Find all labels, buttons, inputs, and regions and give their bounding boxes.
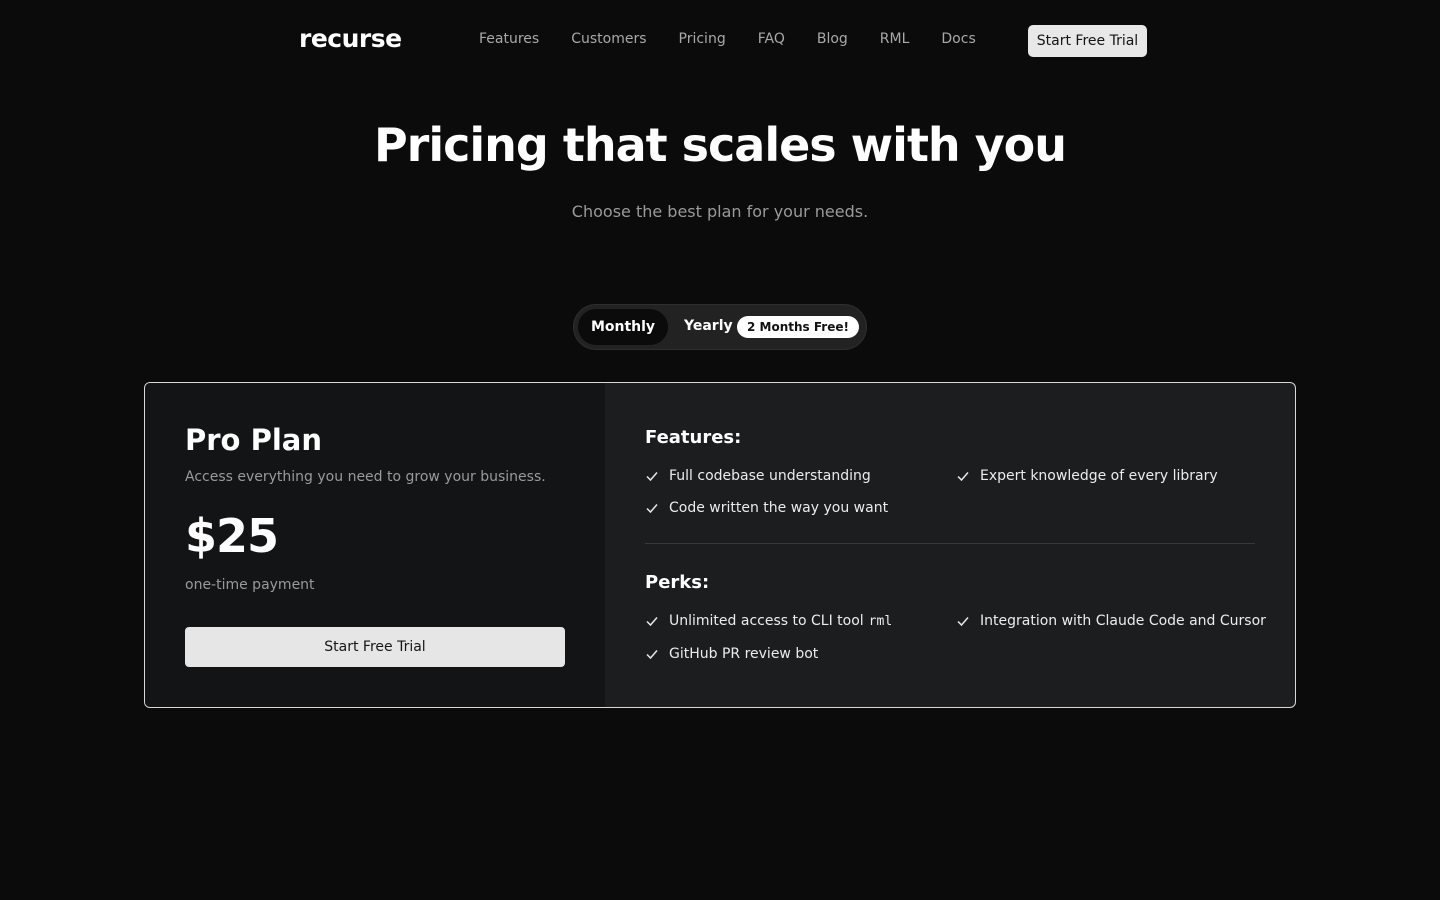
perk-item: GitHub PR review bot xyxy=(645,646,818,662)
check-icon xyxy=(957,472,969,482)
nav-link-customers[interactable]: Customers xyxy=(571,31,646,47)
logo[interactable]: recurse xyxy=(299,24,402,53)
perk-label: Unlimited access to CLI tool xyxy=(669,613,864,629)
plan-start-trial-button[interactable]: Start Free Trial xyxy=(185,627,565,667)
perk-item: Unlimited access to CLI tool rml xyxy=(645,613,892,629)
check-icon xyxy=(957,617,969,627)
nav-link-docs[interactable]: Docs xyxy=(941,31,975,47)
nav-link-pricing[interactable]: Pricing xyxy=(679,31,726,47)
pricing-card: Pro Plan Access everything you need to g… xyxy=(144,382,1296,708)
check-icon xyxy=(646,472,658,482)
plan-description: Access everything you need to grow your … xyxy=(185,469,546,485)
perks-heading: Perks: xyxy=(645,572,710,593)
feature-label: Full codebase understanding xyxy=(669,468,871,484)
page-title: Pricing that scales with you xyxy=(373,118,1067,172)
page-subtitle: Choose the best plan for your needs. xyxy=(571,202,869,221)
plan-summary: Pro Plan Access everything you need to g… xyxy=(145,383,605,707)
cli-tool-name: rml xyxy=(868,613,893,629)
check-icon xyxy=(646,617,658,627)
site-header: recurse Features Customers Pricing FAQ B… xyxy=(0,0,1440,82)
perk-label: GitHub PR review bot xyxy=(669,646,819,662)
nav-link-faq[interactable]: FAQ xyxy=(758,31,785,47)
toggle-monthly[interactable]: Monthly xyxy=(578,309,668,345)
toggle-yearly[interactable]: Yearly xyxy=(684,318,733,334)
plan-price: $25 xyxy=(185,509,279,563)
plan-name: Pro Plan xyxy=(185,423,322,457)
feature-item: Code written the way you want xyxy=(645,500,888,516)
feature-item: Full codebase understanding xyxy=(645,468,871,484)
check-icon xyxy=(646,650,658,660)
header-start-trial-button[interactable]: Start Free Trial xyxy=(1028,25,1147,57)
main-nav: Features Customers Pricing FAQ Blog RML … xyxy=(479,31,1008,47)
section-divider xyxy=(645,543,1255,544)
nav-link-blog[interactable]: Blog xyxy=(817,31,848,47)
price-note: one-time payment xyxy=(185,577,315,593)
plan-details: Features: Full codebase understanding Ex… xyxy=(605,383,1295,707)
feature-label: Expert knowledge of every library xyxy=(980,468,1218,484)
check-icon xyxy=(646,504,658,514)
perk-item: Integration with Claude Code and Cursor xyxy=(956,613,1266,629)
yearly-discount-badge: 2 Months Free! xyxy=(737,316,859,338)
features-heading: Features: xyxy=(645,427,742,448)
nav-link-rml[interactable]: RML xyxy=(880,31,910,47)
feature-item: Expert knowledge of every library xyxy=(956,468,1218,484)
perk-label: Integration with Claude Code and Cursor xyxy=(980,613,1266,629)
billing-toggle: Monthly Yearly 2 Months Free! xyxy=(573,304,867,350)
nav-link-features[interactable]: Features xyxy=(479,31,539,47)
feature-label: Code written the way you want xyxy=(669,500,889,516)
